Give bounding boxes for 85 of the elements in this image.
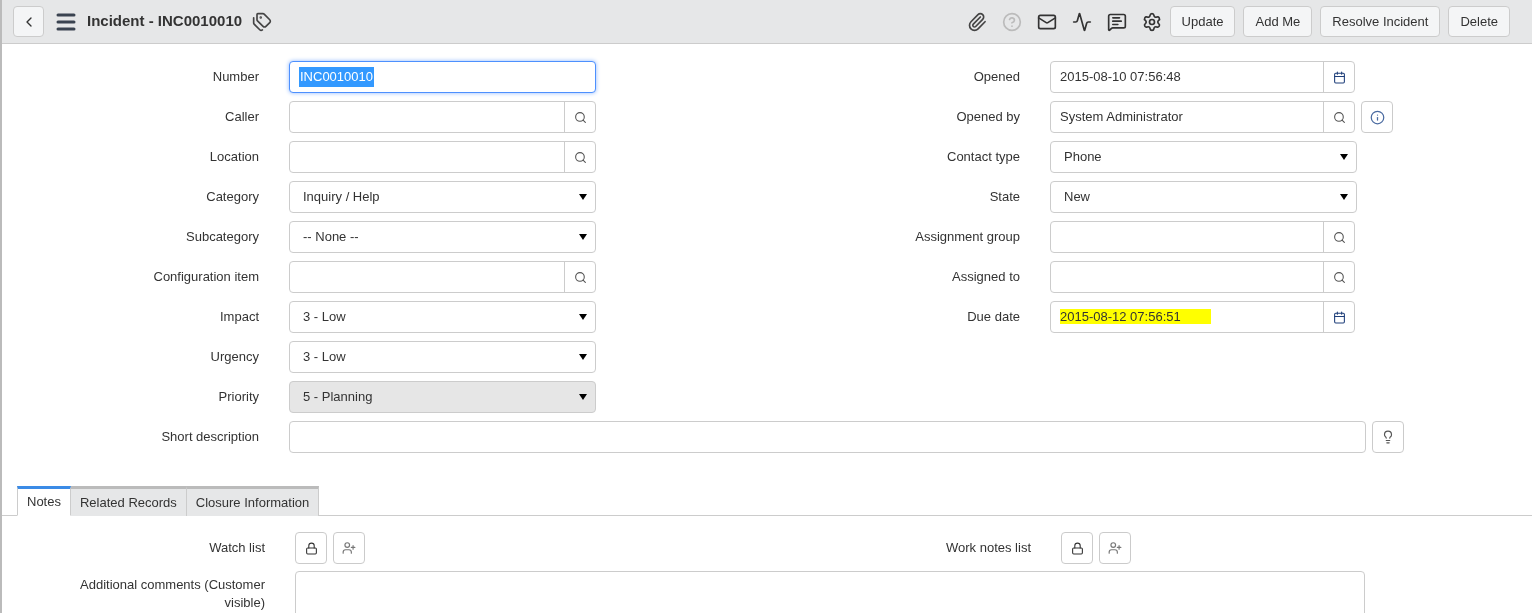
field-label: Work notes list <box>945 539 1031 558</box>
pulse-icon[interactable] <box>1071 11 1092 32</box>
field-value: 3 - Low <box>303 308 346 327</box>
lock-button[interactable] <box>295 532 327 564</box>
field-value: INC0010010 <box>299 67 374 87</box>
field-value: Inquiry / Help <box>303 188 380 207</box>
dropdown-arrow-icon <box>579 234 587 240</box>
search-icon[interactable] <box>1332 270 1346 284</box>
select-field[interactable]: -- None -- <box>289 221 596 253</box>
lookup-field[interactable] <box>289 101 596 133</box>
select-field[interactable]: 3 - Low <box>289 301 596 333</box>
calendar-icon[interactable] <box>1332 70 1346 84</box>
toolbar-button[interactable]: Update <box>1169 6 1236 37</box>
add-user-button[interactable] <box>1099 532 1131 564</box>
field-label: Contact type <box>946 148 1020 167</box>
field-label: Priority <box>217 388 259 407</box>
field-label: Impact <box>219 308 259 327</box>
field-label: Subcategory <box>185 228 259 247</box>
dropdown-arrow-icon <box>579 354 587 360</box>
suggestion-button[interactable] <box>1372 421 1404 453</box>
toolbar-button[interactable]: Delete <box>1448 6 1510 37</box>
field-value: 2015-08-10 07:56:48 <box>1060 69 1181 85</box>
field-value: 5 - Planning <box>303 388 373 407</box>
select-field[interactable]: 3 - Low <box>289 341 596 373</box>
lookup-field[interactable] <box>1050 261 1355 293</box>
select-field[interactable]: Inquiry / Help <box>289 181 596 213</box>
paperclip-icon[interactable] <box>966 11 987 32</box>
select-field[interactable]: Phone <box>1050 141 1357 173</box>
search-icon[interactable] <box>573 110 587 124</box>
lock-button[interactable] <box>1061 532 1093 564</box>
tab[interactable]: Closure Information <box>186 486 320 516</box>
field-label: Urgency <box>209 348 259 367</box>
field-value: System Administrator <box>1060 109 1183 125</box>
add-user-icon <box>342 541 356 555</box>
field-label: Caller <box>224 108 259 127</box>
search-icon[interactable] <box>1332 230 1346 244</box>
lookup-field[interactable] <box>289 261 596 293</box>
field-value: New <box>1064 188 1090 207</box>
tab[interactable]: Notes <box>17 486 71 516</box>
lookup-field[interactable] <box>1050 221 1355 253</box>
lock-icon <box>1070 541 1084 555</box>
field-value: Phone <box>1064 148 1102 167</box>
search-icon[interactable] <box>573 150 587 164</box>
select-field[interactable]: New <box>1050 181 1357 213</box>
field-label: Assigned to <box>951 268 1020 287</box>
field-label: Additional comments (Customer visible) <box>79 576 265 612</box>
field-value: 3 - Low <box>303 348 346 367</box>
add-user-button[interactable] <box>333 532 365 564</box>
field-label: Watch list <box>208 539 265 558</box>
calendar-icon[interactable] <box>1332 310 1346 324</box>
info-icon <box>1369 109 1385 125</box>
field-label: Assignment group <box>914 228 1020 247</box>
dropdown-arrow-icon <box>579 394 587 400</box>
info-button[interactable] <box>1361 101 1393 133</box>
add-user-icon <box>1108 541 1122 555</box>
dropdown-arrow-icon <box>579 314 587 320</box>
field-label: Due date <box>966 308 1020 327</box>
dropdown-arrow-icon <box>579 194 587 200</box>
field-label: Configuration item <box>152 268 259 287</box>
dropdown-arrow-icon <box>1340 154 1348 160</box>
form-title: Incident - INC0010010 <box>87 11 243 32</box>
field-label: Location <box>208 148 259 167</box>
settings-icon[interactable] <box>1141 11 1162 32</box>
field-label: Opened by <box>955 108 1020 127</box>
date-field[interactable]: 2015-08-12 07:56:51 <box>1050 301 1355 333</box>
search-icon[interactable] <box>573 270 587 284</box>
field-value: -- None -- <box>303 228 359 247</box>
dropdown-arrow-icon <box>1340 194 1348 200</box>
field-label: Number <box>211 68 259 87</box>
field-label: State <box>988 188 1020 207</box>
field-value: 2015-08-12 07:56:51 <box>1060 309 1211 325</box>
field-label: Category <box>205 188 259 207</box>
tab[interactable]: Related Records <box>70 486 187 516</box>
date-field[interactable]: 2015-08-10 07:56:48 <box>1050 61 1355 93</box>
lock-icon <box>304 541 318 555</box>
lookup-field[interactable] <box>289 141 596 173</box>
lookup-field[interactable]: System Administrator <box>1050 101 1355 133</box>
field-label: Opened <box>972 68 1020 87</box>
toolbar-button[interactable]: Add Me <box>1243 6 1313 37</box>
lightbulb-icon <box>1381 430 1395 444</box>
field-label: Short description <box>160 428 259 447</box>
search-icon[interactable] <box>1332 110 1346 124</box>
text-field[interactable] <box>289 421 1366 453</box>
toolbar-button[interactable]: Resolve Incident <box>1320 6 1441 37</box>
tags-icon[interactable] <box>252 11 273 32</box>
